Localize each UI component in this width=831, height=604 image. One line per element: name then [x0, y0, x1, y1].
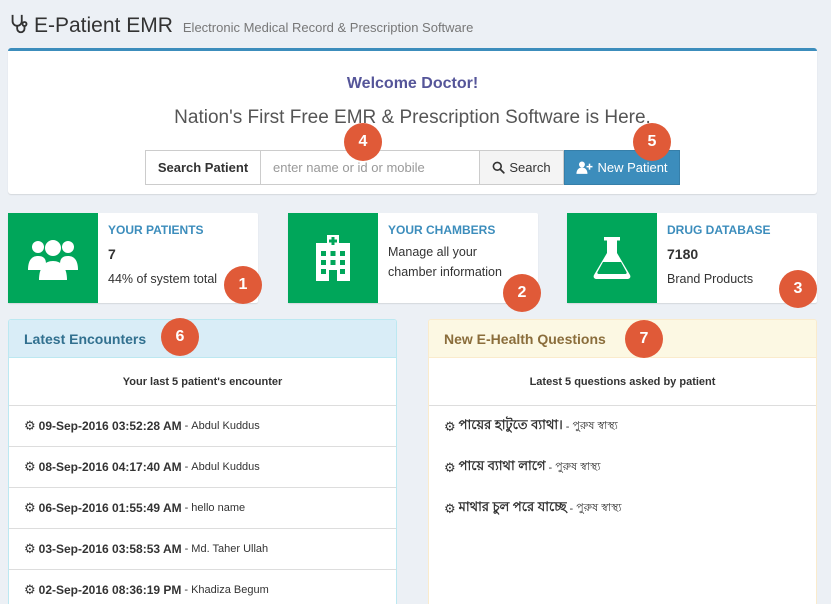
gear-icon: ⚙	[24, 500, 36, 515]
app-tagline: Electronic Medical Record & Prescription…	[182, 20, 474, 35]
new-patient-label: New Patient	[597, 160, 668, 175]
gear-icon: ⚙	[24, 541, 36, 556]
encounter-date: 03-Sep-2016 03:58:53 AM	[38, 542, 182, 556]
encounter-patient: hello name	[191, 502, 246, 514]
encounter-date: 08-Sep-2016 04:17:40 AM	[38, 460, 182, 474]
panel-subtitle: Latest 5 questions asked by patient	[429, 358, 816, 406]
info-description-line: chamber information	[388, 265, 502, 279]
annotation-marker-6: 6	[161, 318, 199, 356]
welcome-title: Welcome Doctor!	[346, 75, 479, 92]
encounter-row[interactable]: ⚙ 08-Sep-2016 04:17:40 AM - Abdul Kuddus	[9, 447, 396, 488]
encounter-row[interactable]: ⚙ 09-Sep-2016 03:52:28 AM - Abdul Kuddus	[9, 406, 396, 447]
encounter-date: 09-Sep-2016 03:52:28 AM	[38, 419, 182, 433]
info-description: Manage all your chamber information	[388, 242, 532, 282]
annotation-marker-3: 3	[779, 270, 817, 308]
search-button-label: Search	[509, 160, 551, 175]
encounter-patient: Khadiza Begum	[191, 584, 269, 596]
question-row[interactable]: ⚙ পায়ে ব্যাথা লাগে - পুরুষ স্বাস্থ্য	[429, 447, 816, 488]
question-category: পুরুষ স্বাস্থ্য	[576, 502, 622, 514]
your-chambers-box[interactable]: YOUR CHAMBERS Manage all your chamber in…	[288, 213, 538, 303]
search-button[interactable]: Search	[480, 150, 564, 185]
question-text: পায়ে ব্যাথা লাগে	[458, 458, 546, 473]
users-icon	[28, 240, 78, 280]
question-category: পুরুষ স্বাস্থ্য	[555, 461, 601, 473]
welcome-subtitle: Nation's First Free EMR & Prescription S…	[174, 107, 651, 128]
info-description-line: Manage all your	[388, 245, 477, 259]
annotation-marker-7: 7	[625, 320, 663, 358]
add-user-icon	[576, 161, 593, 174]
annotation-marker-4: 4	[344, 123, 382, 161]
encounter-patient: Abdul Kuddus	[191, 461, 260, 473]
panel-title: Latest Encounters	[9, 320, 396, 358]
encounter-date: 02-Sep-2016 08:36:19 PM	[38, 583, 182, 597]
gear-icon: ⚙	[444, 418, 456, 434]
ehealth-questions-panel: New E-Health Questions Latest 5 question…	[428, 319, 817, 604]
info-number: 7	[108, 246, 116, 262]
question-row[interactable]: ⚙ পায়ের হাটুতে ব্যাথা। - পুরুষ স্বাস্থ্…	[429, 406, 816, 447]
info-label: YOUR CHAMBERS	[388, 223, 496, 237]
question-row[interactable]: ⚙ মাথার চুল পরে যাচ্ছে - পুরুষ স্বাস্থ্য	[429, 488, 816, 529]
gear-icon: ⚙	[444, 459, 456, 475]
search-icon	[492, 161, 506, 174]
info-label: DRUG DATABASE	[667, 223, 771, 237]
gear-icon: ⚙	[24, 418, 36, 433]
encounter-patient: Md. Taher Ullah	[191, 543, 269, 555]
gear-icon: ⚙	[444, 500, 456, 516]
gear-icon: ⚙	[24, 459, 36, 474]
question-text: পায়ের হাটুতে ব্যাথা।	[458, 417, 563, 432]
welcome-box: Welcome Doctor! Nation's First Free EMR …	[8, 48, 817, 194]
app-header: E-Patient EMR Electronic Medical Record …	[8, 10, 473, 38]
question-text: মাথার চুল পরে যাচ্ছে	[458, 499, 567, 514]
encounter-patient: Abdul Kuddus	[191, 420, 260, 432]
encounter-date: 06-Sep-2016 01:55:49 AM	[38, 501, 182, 515]
info-label: YOUR PATIENTS	[108, 223, 204, 237]
hospital-icon	[316, 235, 350, 281]
app-title: E-Patient EMR	[34, 14, 173, 37]
encounter-row[interactable]: ⚙ 02-Sep-2016 08:36:19 PM - Khadiza Begu…	[9, 570, 396, 604]
encounter-row[interactable]: ⚙ 06-Sep-2016 01:55:49 AM - hello name	[9, 488, 396, 529]
latest-encounters-panel: Latest Encounters Your last 5 patient's …	[8, 319, 397, 604]
flask-icon	[593, 237, 631, 279]
panel-title: New E-Health Questions	[429, 320, 816, 358]
your-patients-box[interactable]: YOUR PATIENTS 7 44% of system total	[8, 213, 258, 303]
stethoscope-icon	[11, 14, 28, 34]
question-category: পুরুষ স্বাস্থ্য	[572, 420, 618, 432]
encounter-row[interactable]: ⚙ 03-Sep-2016 03:58:53 AM - Md. Taher Ul…	[9, 529, 396, 570]
panel-subtitle: Your last 5 patient's encounter	[9, 358, 396, 406]
annotation-marker-2: 2	[503, 274, 541, 312]
search-patient-label: Search Patient	[145, 150, 261, 185]
gear-icon: ⚙	[24, 582, 36, 597]
annotation-marker-1: 1	[224, 266, 262, 304]
annotation-marker-5: 5	[633, 123, 671, 161]
info-number: 7180	[667, 246, 699, 262]
